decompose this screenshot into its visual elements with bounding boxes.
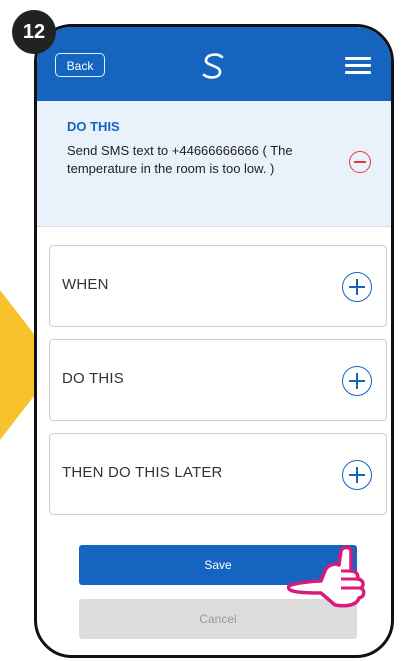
then-do-this-later-label: THEN DO THIS LATER <box>62 464 223 481</box>
logo-s-icon <box>202 53 224 79</box>
do-this-panel: DO THIS Send SMS text to +44666666666 ( … <box>37 101 391 227</box>
plus-circle-icon[interactable] <box>342 366 372 396</box>
do-this-title: DO THIS <box>67 119 120 134</box>
back-button[interactable]: Back <box>55 53 105 77</box>
hamburger-menu-icon[interactable] <box>345 57 371 75</box>
step-badge: 12 <box>12 10 56 54</box>
minus-circle-icon[interactable] <box>349 151 371 173</box>
do-this-card[interactable]: DO THIS <box>49 339 387 421</box>
plus-circle-icon[interactable] <box>342 460 372 490</box>
phone-frame: Back DO THIS Send SMS text to +446666666… <box>34 24 394 658</box>
do-this-label: DO THIS <box>62 370 124 387</box>
when-card[interactable]: WHEN <box>49 245 387 327</box>
plus-circle-icon[interactable] <box>342 272 372 302</box>
pointing-hand-icon <box>286 545 366 608</box>
when-label: WHEN <box>62 276 109 293</box>
do-this-text: Send SMS text to +44666666666 ( The temp… <box>67 143 293 176</box>
then-do-this-later-card[interactable]: THEN DO THIS LATER <box>49 433 387 515</box>
top-bar: Back <box>37 27 391 101</box>
